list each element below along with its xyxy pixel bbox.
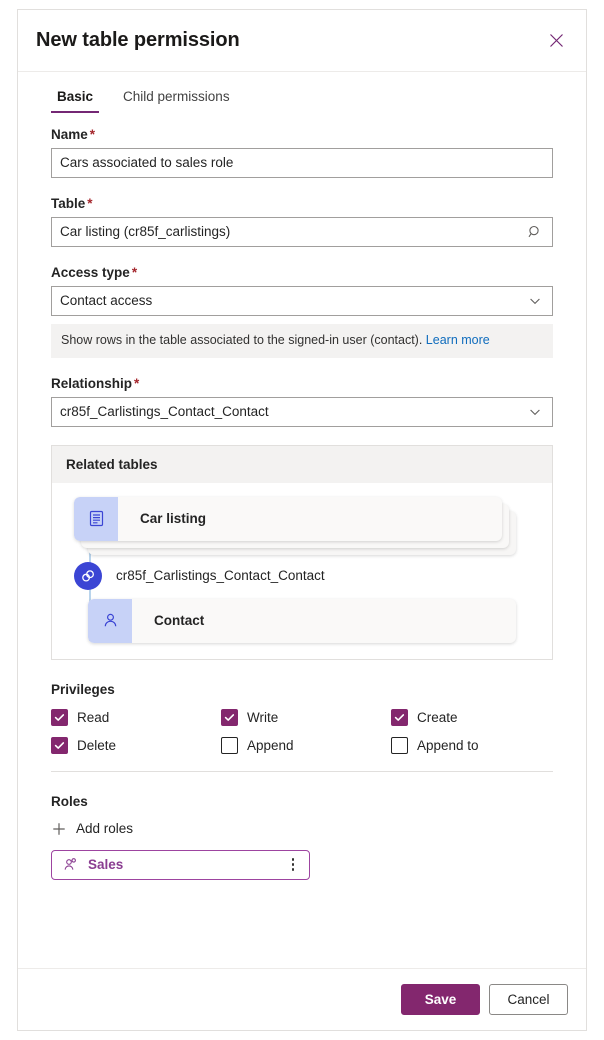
table-input-value: Car listing (cr85f_carlistings) <box>60 224 231 240</box>
source-table-name: Car listing <box>140 511 207 527</box>
table-lookup-input[interactable]: Car listing (cr85f_carlistings) <box>51 217 553 247</box>
privilege-write[interactable]: Write <box>221 708 391 726</box>
required-asterisk: * <box>89 127 96 142</box>
required-asterisk: * <box>134 375 140 391</box>
access-type-info-text: Show rows in the table associated to the… <box>61 333 423 347</box>
privilege-append[interactable]: Append <box>221 736 391 754</box>
name-input-value: Cars associated to sales role <box>60 155 234 171</box>
checkbox-read[interactable] <box>51 708 68 726</box>
search-icon[interactable] <box>526 223 544 241</box>
tab-child-permissions[interactable]: Child permissions <box>117 88 236 113</box>
relationship-node: cr85f_Carlistings_Contact_Contact <box>74 561 552 590</box>
panel-header: New table permission <box>18 10 586 72</box>
name-label: Name * <box>51 127 96 142</box>
required-asterisk: * <box>131 265 138 280</box>
table-icon <box>74 496 118 541</box>
relationship-node-label: cr85f_Carlistings_Contact_Contact <box>116 568 325 584</box>
privilege-delete[interactable]: Delete <box>51 736 221 754</box>
target-table-wrap: Contact <box>88 598 552 643</box>
access-type-info: Show rows in the table associated to the… <box>51 324 553 358</box>
role-chip-label: Sales <box>88 857 124 873</box>
related-tables-panel: Related tables Car listing cr85f_Carlist… <box>51 444 553 660</box>
target-table-name: Contact <box>154 613 205 629</box>
privilege-read-label: Read <box>77 709 110 725</box>
privilege-append-to-label: Append to <box>417 737 479 753</box>
save-button[interactable]: Save <box>401 984 480 1015</box>
new-table-permission-panel: New table permission Basic Child permiss… <box>17 9 587 1031</box>
checkbox-append[interactable] <box>221 736 238 754</box>
learn-more-link[interactable]: Learn more <box>426 333 490 347</box>
required-asterisk: * <box>87 196 93 211</box>
tab-basic[interactable]: Basic <box>51 88 100 113</box>
role-chip-sales[interactable]: Sales <box>51 849 310 880</box>
panel-footer: Save Cancel <box>18 968 586 1030</box>
checkbox-write[interactable] <box>221 708 238 726</box>
access-type-select[interactable]: Contact access <box>51 286 553 316</box>
privilege-write-label: Write <box>247 709 279 725</box>
privilege-create[interactable]: Create <box>391 708 561 726</box>
person-icon <box>88 598 132 643</box>
target-table-row[interactable]: Contact <box>88 598 516 643</box>
more-vertical-icon[interactable] <box>286 857 300 873</box>
panel-body: Name * Cars associated to sales role Tabl… <box>18 113 586 968</box>
source-table-row[interactable]: Car listing <box>74 496 502 541</box>
plus-icon <box>51 821 67 837</box>
privilege-delete-label: Delete <box>77 737 117 753</box>
privilege-append-to[interactable]: Append to <box>391 736 561 754</box>
related-tables-title: Related tables <box>52 445 552 483</box>
close-button[interactable] <box>540 25 572 57</box>
tab-list: Basic Child permissions <box>18 72 586 113</box>
name-input[interactable]: Cars associated to sales role <box>51 148 553 178</box>
relationship-value: cr85f_Carlistings_Contact_Contact <box>60 403 269 419</box>
access-type-value: Contact access <box>60 293 153 309</box>
cancel-button[interactable]: Cancel <box>489 984 568 1015</box>
checkbox-append-to[interactable] <box>391 736 408 754</box>
chevron-down-icon[interactable] <box>526 403 544 421</box>
close-icon <box>549 33 564 48</box>
people-icon <box>62 857 78 873</box>
privileges-grid: Read Write Create Delete Append Append t… <box>51 708 553 754</box>
source-table-card-stack: Car listing <box>74 496 552 555</box>
privilege-append-label: Append <box>247 737 294 753</box>
page-title: New table permission <box>36 29 240 51</box>
add-roles-label: Add roles <box>76 821 134 837</box>
link-icon <box>74 561 102 590</box>
relationship-select[interactable]: cr85f_Carlistings_Contact_Contact <box>51 396 553 427</box>
relationship-label: Relationship * <box>51 375 140 391</box>
add-roles-button[interactable]: Add roles <box>51 821 133 837</box>
related-tables-diagram: Car listing cr85f_Carlistings_Contact_Co… <box>52 483 552 659</box>
checkbox-delete[interactable] <box>51 736 68 754</box>
roles-title: Roles <box>51 793 88 809</box>
privilege-read[interactable]: Read <box>51 708 221 726</box>
privilege-create-label: Create <box>417 709 458 725</box>
chevron-down-icon[interactable] <box>526 292 544 310</box>
access-type-label: Access type * <box>51 265 138 280</box>
checkbox-create[interactable] <box>391 708 408 726</box>
table-label: Table * <box>51 196 93 211</box>
privileges-title: Privileges <box>51 681 115 697</box>
section-divider <box>51 770 553 772</box>
